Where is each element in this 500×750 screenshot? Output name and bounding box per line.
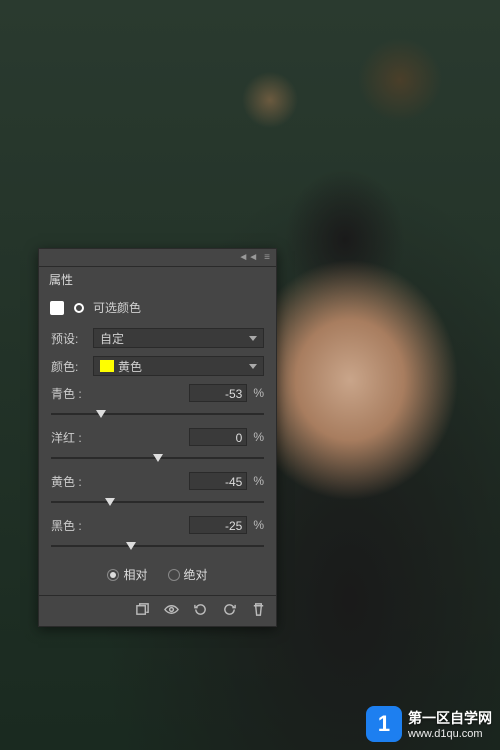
panel-footer	[39, 595, 276, 626]
yellow-input[interactable]: -45	[189, 472, 247, 490]
color-label: 颜色:	[51, 358, 87, 375]
magenta-input[interactable]: 0	[189, 428, 247, 446]
panel-tab-properties[interactable]: 属性	[39, 267, 276, 291]
cyan-thumb[interactable]	[96, 410, 106, 418]
panel-menu-icon[interactable]: ≡	[264, 252, 270, 263]
magenta-slider[interactable]	[51, 452, 264, 466]
magenta-thumb[interactable]	[153, 454, 163, 462]
radio-dot-icon	[107, 569, 119, 581]
watermark-logo: 1	[366, 706, 402, 742]
cyan-slider[interactable]	[51, 408, 264, 422]
slider-cyan: 青色 : -53 %	[39, 380, 276, 424]
slider-black: 黑色 : -25 %	[39, 512, 276, 556]
adjustment-header: 可选颜色	[39, 291, 276, 324]
black-thumb[interactable]	[126, 542, 136, 550]
watermark-text: 第一区自学网	[408, 708, 492, 728]
black-input[interactable]: -25	[189, 516, 247, 534]
magenta-unit: %	[253, 430, 264, 444]
preset-row: 预设: 自定	[39, 324, 276, 352]
panel-tab-label: 属性	[49, 271, 73, 288]
color-value: 黄色	[118, 358, 142, 375]
cyan-label: 青色 :	[51, 385, 82, 402]
magenta-label: 洋红 :	[51, 429, 82, 446]
slider-magenta: 洋红 : 0 %	[39, 424, 276, 468]
black-unit: %	[253, 518, 264, 532]
cyan-input[interactable]: -53	[189, 384, 247, 402]
method-absolute[interactable]: 绝对	[168, 566, 208, 583]
properties-panel: ◄◄ ≡ 属性 可选颜色 预设: 自定 颜色: 黄色 青色 : -53 %	[38, 248, 277, 627]
preset-value: 自定	[100, 330, 124, 347]
color-row: 颜色: 黄色	[39, 352, 276, 380]
yellow-thumb[interactable]	[105, 498, 115, 506]
clip-icon[interactable]	[135, 602, 150, 620]
adjustment-icon	[49, 300, 65, 316]
watermark: 1 第一区自学网 www.d1qu.com	[366, 706, 492, 742]
method-relative[interactable]: 相对	[107, 566, 147, 583]
collapse-icon[interactable]: ◄◄	[238, 252, 258, 263]
color-select[interactable]: 黄色	[93, 356, 264, 376]
reset-icon[interactable]	[222, 602, 237, 620]
visibility-icon[interactable]	[164, 602, 179, 620]
adjustment-title-label: 可选颜色	[93, 299, 141, 316]
absolute-label: 绝对	[184, 566, 208, 583]
yellow-slider[interactable]	[51, 496, 264, 510]
black-label: 黑色 :	[51, 517, 82, 534]
yellow-unit: %	[253, 474, 264, 488]
radio-dot-icon	[168, 569, 180, 581]
method-row: 相对 绝对	[39, 556, 276, 595]
relative-label: 相对	[123, 566, 147, 583]
black-slider[interactable]	[51, 540, 264, 554]
mask-icon[interactable]	[71, 300, 87, 316]
yellow-label: 黄色 :	[51, 473, 82, 490]
preset-label: 预设:	[51, 330, 87, 347]
previous-icon[interactable]	[193, 602, 208, 620]
color-swatch	[100, 360, 114, 372]
cyan-unit: %	[253, 386, 264, 400]
slider-yellow: 黄色 : -45 %	[39, 468, 276, 512]
panel-topbar: ◄◄ ≡	[39, 249, 276, 267]
preset-select[interactable]: 自定	[93, 328, 264, 348]
trash-icon[interactable]	[251, 602, 266, 620]
watermark-url: www.d1qu.com	[408, 728, 492, 740]
